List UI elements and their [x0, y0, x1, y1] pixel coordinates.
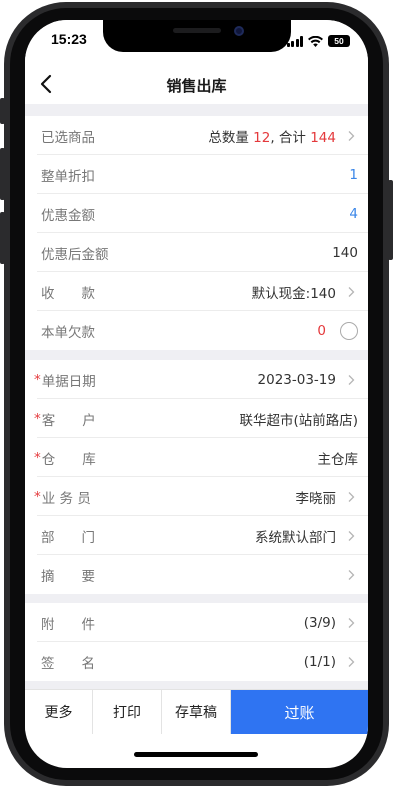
front-camera — [234, 26, 244, 36]
total-amount: 144 — [310, 129, 336, 146]
promo-amount-label: 优惠金额 — [41, 207, 95, 224]
warehouse-label: 仓 库 — [41, 451, 96, 468]
after-promo-value: 140 — [332, 244, 358, 261]
nav-bar: 销售出库 — [25, 64, 368, 104]
promo-amount-row[interactable]: 优惠金额 4 — [25, 194, 368, 233]
debt-value: 0 — [317, 322, 326, 339]
department-value: 系统默认部门 — [255, 529, 336, 546]
home-indicator — [134, 752, 258, 757]
after-promo-row: 优惠后金额 140 — [25, 233, 368, 272]
chevron-right-icon — [348, 491, 355, 502]
required-mark: * — [34, 410, 41, 427]
salesperson-row[interactable]: * 业 务 员 李晓丽 — [25, 477, 368, 516]
memo-label: 摘 要 — [41, 568, 95, 585]
attachment-label: 附 件 — [41, 616, 95, 633]
chevron-right-icon — [348, 286, 355, 297]
required-mark: * — [34, 488, 41, 505]
discount-row[interactable]: 整单折扣 1 — [25, 155, 368, 194]
app-screen: 15:23 50 销售出库 已选商品 总数量 12, 合计 144 整单折扣 1… — [25, 20, 368, 768]
debt-label: 本单欠款 — [41, 324, 95, 341]
signature-label: 签 名 — [41, 655, 95, 672]
battery-icon: 50 — [328, 35, 350, 47]
notch — [103, 20, 291, 52]
discount-value[interactable]: 1 — [349, 167, 358, 183]
selected-goods-summary: 总数量 12, 合计 144 — [208, 129, 336, 146]
attachment-row[interactable]: 附 件 (3/9) — [25, 603, 368, 642]
doc-date-row[interactable]: * 单据日期 2023-03-19 — [25, 360, 368, 399]
warehouse-value: 主仓库 — [317, 451, 359, 468]
status-bar: 15:23 50 — [25, 20, 368, 64]
chevron-right-icon — [348, 656, 355, 667]
department-label: 部 门 — [41, 529, 95, 546]
selected-goods-label: 已选商品 — [41, 129, 95, 146]
attachment-count: (3/9) — [303, 614, 336, 631]
section-divider — [25, 350, 368, 360]
doc-date-label: 单据日期 — [41, 373, 96, 390]
status-time: 15:23 — [51, 31, 87, 47]
payment-row[interactable]: 收 款 默认现金:140 — [25, 272, 368, 311]
page-title: 销售出库 — [166, 77, 227, 95]
signature-count: (1/1) — [303, 653, 336, 670]
wifi-icon — [308, 35, 323, 47]
post-button[interactable]: 过账 — [231, 690, 368, 734]
required-mark: * — [34, 371, 41, 388]
more-button[interactable]: 更多 — [25, 690, 93, 734]
status-icons: 50 — [286, 34, 350, 48]
promo-amount-value[interactable]: 4 — [349, 206, 358, 222]
speaker — [173, 28, 221, 33]
section-divider — [25, 104, 368, 116]
volume-up-button — [0, 148, 5, 200]
chevron-right-icon — [348, 374, 355, 385]
power-button — [388, 180, 393, 260]
department-row[interactable]: 部 门 系统默认部门 — [25, 516, 368, 555]
salesperson-label: 业 务 员 — [41, 490, 91, 507]
customer-label: 客 户 — [41, 412, 96, 429]
doc-date-value: 2023-03-19 — [257, 371, 336, 388]
signature-row[interactable]: 签 名 (1/1) — [25, 642, 368, 681]
payment-label: 收 款 — [41, 285, 95, 302]
required-mark: * — [34, 449, 41, 466]
chevron-right-icon — [348, 530, 355, 541]
customer-row[interactable]: * 客 户 联华超市(站前路店) — [25, 399, 368, 438]
debt-row: 本单欠款 0 — [25, 311, 368, 350]
after-promo-label: 优惠后金额 — [41, 246, 109, 263]
signal-icon — [286, 35, 303, 47]
salesperson-value: 李晓丽 — [295, 490, 337, 507]
chevron-right-icon — [348, 130, 355, 141]
memo-row[interactable]: 摘 要 — [25, 555, 368, 594]
payment-value: 默认现金:140 — [251, 285, 336, 302]
bottom-action-bar: 更多 打印 存草稿 过账 — [25, 689, 368, 734]
volume-down-button — [0, 212, 5, 264]
section-divider — [25, 681, 368, 689]
chevron-right-icon — [348, 617, 355, 628]
chevron-right-icon — [348, 569, 355, 580]
discount-label: 整单折扣 — [41, 168, 95, 185]
section-divider — [25, 594, 368, 603]
debt-radio-button[interactable] — [340, 321, 358, 340]
print-button[interactable]: 打印 — [93, 690, 162, 734]
total-quantity: 12 — [253, 129, 271, 146]
selected-goods-row[interactable]: 已选商品 总数量 12, 合计 144 — [25, 116, 368, 155]
save-draft-button[interactable]: 存草稿 — [162, 690, 231, 734]
warehouse-row[interactable]: * 仓 库 主仓库 — [25, 438, 368, 477]
mute-switch — [0, 98, 5, 124]
customer-value: 联华超市(站前路店) — [239, 412, 358, 429]
